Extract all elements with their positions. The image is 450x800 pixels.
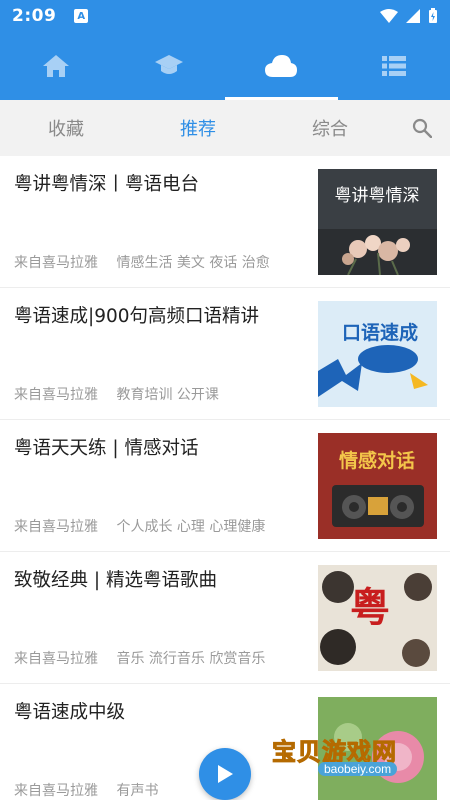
nav-courses[interactable]	[113, 32, 226, 100]
item-meta: 来自喜马拉雅 个人成长 心理 心理健康	[14, 516, 265, 536]
top-navigation	[0, 32, 450, 100]
tab-recommended[interactable]: 推荐	[132, 115, 264, 141]
item-source: 来自喜马拉雅	[14, 387, 98, 403]
graduation-cap-icon	[154, 55, 183, 74]
item-meta: 来自喜马拉雅 有声书	[14, 780, 158, 800]
item-title: 粤讲粤情深丨粤语电台	[14, 174, 200, 195]
nav-cloud[interactable]	[225, 32, 338, 100]
list-item[interactable]: 粤语速成|900句高频口语精讲 来自喜马拉雅 教育培训 公开课 口语速成	[0, 288, 450, 420]
item-title: 粤语速成中级	[14, 702, 126, 723]
status-bar: 2:09 A	[0, 0, 450, 32]
tab-favorites[interactable]: 收藏	[0, 115, 132, 141]
item-source: 来自喜马拉雅	[14, 651, 98, 667]
list-item[interactable]: 粤语天天练 | 情感对话 来自喜马拉雅 个人成长 心理 心理健康 情感对话	[0, 420, 450, 552]
search-button[interactable]	[410, 116, 434, 140]
item-cover: 粤讲粤情深	[318, 169, 437, 275]
play-button[interactable]	[199, 748, 251, 800]
battery-icon	[429, 8, 437, 23]
item-meta: 来自喜马拉雅 情感生活 美文 夜话 治愈	[14, 252, 270, 272]
item-cover: 粤	[318, 565, 437, 671]
app-notification-icon: A	[74, 9, 89, 23]
item-title: 粤语速成|900句高频口语精讲	[14, 306, 260, 327]
item-tags: 音乐 流行音乐 欣赏音乐	[116, 651, 266, 667]
cover-title: 粤讲粤情深	[335, 186, 420, 206]
list-item[interactable]: 粤讲粤情深丨粤语电台 来自喜马拉雅 情感生活 美文 夜话 治愈 粤讲粤情深	[0, 156, 450, 288]
item-source: 来自喜马拉雅	[14, 783, 98, 799]
status-icons	[380, 8, 438, 24]
item-source: 来自喜马拉雅	[14, 255, 98, 271]
cover-title: 情感对话	[339, 449, 415, 472]
item-tags: 个人成长 心理 心理健康	[116, 519, 266, 535]
item-title: 致敬经典 | 精选粤语歌曲	[14, 570, 217, 591]
cloud-icon	[265, 55, 298, 77]
list-icon	[381, 56, 406, 76]
content-list: 粤讲粤情深丨粤语电台 来自喜马拉雅 情感生活 美文 夜话 治愈 粤讲粤情深 粤语…	[0, 156, 450, 800]
item-cover: 情感对话	[318, 433, 437, 539]
item-tags: 情感生活 美文 夜话 治愈	[116, 255, 270, 271]
search-icon	[412, 118, 432, 138]
watermark-url: baobeiy.com	[318, 762, 398, 776]
nav-home[interactable]	[0, 32, 113, 100]
signal-icon	[406, 9, 420, 23]
item-cover: 口语速成	[318, 301, 437, 407]
status-time: 2:09	[12, 6, 57, 26]
wifi-icon	[380, 9, 398, 23]
tab-general[interactable]: 综合	[264, 115, 396, 141]
play-icon	[218, 765, 233, 783]
site-watermark: 宝贝游戏网 baobeiy.com	[272, 732, 432, 788]
item-meta: 来自喜马拉雅 教育培训 公开课	[14, 384, 219, 404]
cover-title: 口语速成	[342, 321, 418, 344]
item-title: 粤语天天练 | 情感对话	[14, 438, 199, 459]
list-item[interactable]: 致敬经典 | 精选粤语歌曲 来自喜马拉雅 音乐 流行音乐 欣赏音乐 粤	[0, 552, 450, 684]
category-tabs: 收藏 推荐 综合	[0, 100, 450, 156]
item-tags: 教育培训 公开课	[116, 387, 219, 403]
item-tags: 有声书	[116, 783, 159, 799]
item-meta: 来自喜马拉雅 音乐 流行音乐 欣赏音乐	[14, 648, 265, 668]
item-source: 来自喜马拉雅	[14, 519, 98, 535]
cover-title: 粤	[350, 584, 390, 631]
nav-list[interactable]	[338, 32, 450, 100]
home-icon	[43, 55, 70, 77]
